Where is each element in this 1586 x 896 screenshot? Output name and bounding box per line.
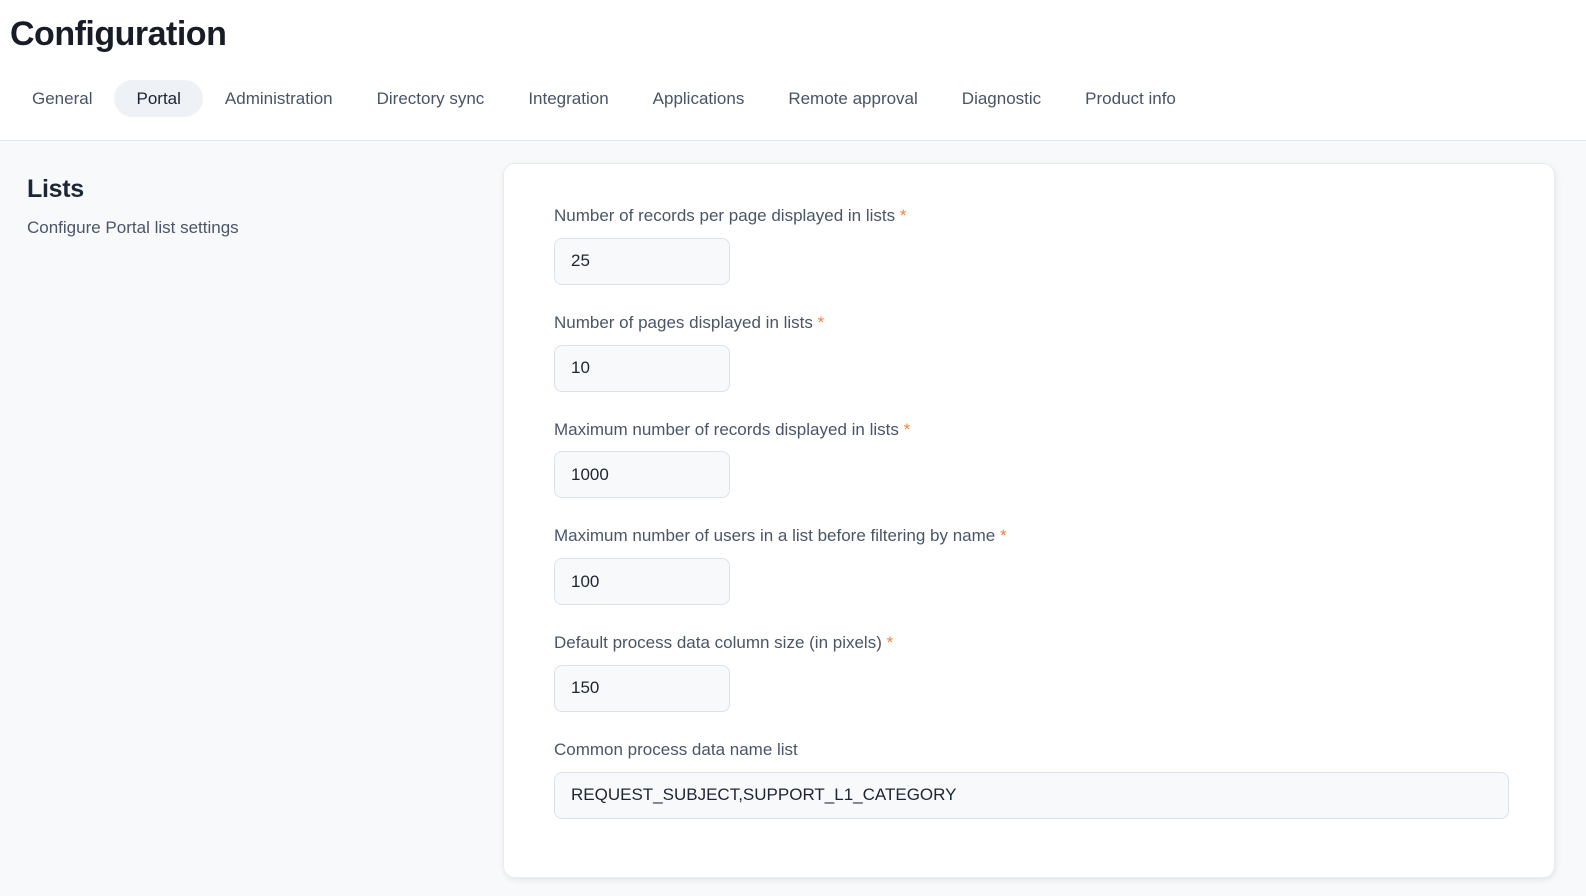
common-process-data-input[interactable]	[554, 772, 1509, 819]
default-column-size-input[interactable]	[554, 665, 730, 712]
form-field-max-records: Maximum number of records displayed in l…	[554, 418, 1509, 499]
records-per-page-input[interactable]	[554, 238, 730, 285]
field-label-text: Maximum number of users in a list before…	[554, 526, 995, 545]
tab-administration[interactable]: Administration	[203, 80, 355, 118]
form-field-common-process-data: Common process data name list	[554, 738, 1509, 819]
field-label-max-users-filter: Maximum number of users in a list before…	[554, 524, 1509, 548]
content-area: Lists Configure Portal list settings Num…	[0, 141, 1586, 896]
field-label-max-records: Maximum number of records displayed in l…	[554, 418, 1509, 442]
section-description: Configure Portal list settings	[27, 218, 483, 238]
required-asterisk: *	[813, 313, 824, 332]
tab-product-info[interactable]: Product info	[1063, 80, 1198, 118]
form-field-default-column-size: Default process data column size (in pix…	[554, 631, 1509, 712]
form-field-max-users-filter: Maximum number of users in a list before…	[554, 524, 1509, 605]
max-records-input[interactable]	[554, 451, 730, 498]
settings-card: Number of records per page displayed in …	[503, 163, 1555, 878]
field-label-records-per-page: Number of records per page displayed in …	[554, 204, 1509, 228]
field-label-text: Number of pages displayed in lists	[554, 313, 813, 332]
tab-applications[interactable]: Applications	[631, 80, 767, 118]
required-asterisk: *	[895, 206, 906, 225]
tab-diagnostic[interactable]: Diagnostic	[940, 80, 1063, 118]
required-asterisk: *	[899, 420, 910, 439]
tab-portal[interactable]: Portal	[114, 80, 202, 118]
required-asterisk: *	[882, 633, 893, 652]
field-label-text: Default process data column size (in pix…	[554, 633, 882, 652]
field-label-pages-displayed: Number of pages displayed in lists *	[554, 311, 1509, 335]
tab-remote-approval[interactable]: Remote approval	[766, 80, 939, 118]
form-field-records-per-page: Number of records per page displayed in …	[554, 204, 1509, 285]
field-label-text: Number of records per page displayed in …	[554, 206, 895, 225]
tab-integration[interactable]: Integration	[506, 80, 630, 118]
section-info: Lists Configure Portal list settings	[0, 141, 503, 896]
pages-displayed-input[interactable]	[554, 345, 730, 392]
required-asterisk: *	[995, 526, 1006, 545]
field-label-common-process-data: Common process data name list	[554, 738, 1509, 762]
page-title: Configuration	[10, 12, 1586, 58]
field-label-text: Common process data name list	[554, 740, 798, 759]
tab-bar: GeneralPortalAdministrationDirectory syn…	[0, 80, 1586, 118]
tab-directory-sync[interactable]: Directory sync	[355, 80, 507, 118]
field-label-text: Maximum number of records displayed in l…	[554, 420, 899, 439]
field-label-default-column-size: Default process data column size (in pix…	[554, 631, 1509, 655]
tab-general[interactable]: General	[10, 80, 114, 118]
max-users-filter-input[interactable]	[554, 558, 730, 605]
form-field-pages-displayed: Number of pages displayed in lists *	[554, 311, 1509, 392]
section-title: Lists	[27, 175, 483, 204]
page-header: Configuration GeneralPortalAdministratio…	[0, 0, 1586, 141]
